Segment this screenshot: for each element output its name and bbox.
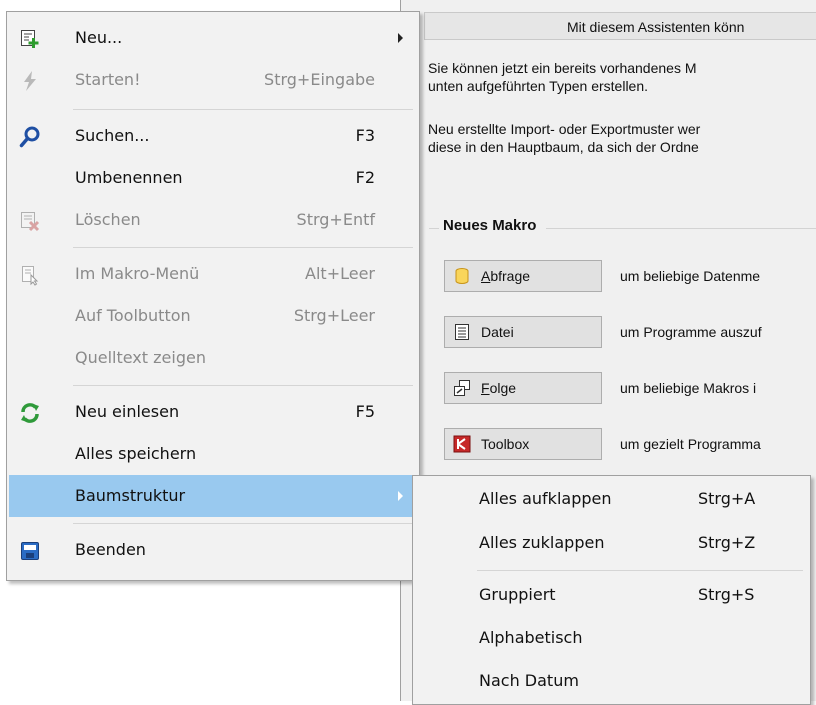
toolbox-desc: um gezielt Programma — [620, 436, 761, 452]
submenu-item-label: Gruppiert — [479, 585, 556, 604]
submenu-item-nach-datum[interactable]: Nach Datum — [415, 659, 805, 703]
menu-separator — [73, 385, 413, 386]
menu-item-starten[interactable]: Starten! Strg+Eingabe — [9, 59, 417, 101]
submenu-item-shortcut: Strg+S — [698, 585, 755, 604]
menu-item-label: Beenden — [75, 540, 146, 559]
macro-menu-icon — [19, 264, 41, 286]
folge-button-label: Folge — [481, 380, 517, 396]
submenu-arrow-icon — [398, 33, 403, 43]
submenu-item-shortcut: Strg+Z — [698, 533, 756, 552]
toolbox-icon — [453, 435, 471, 453]
toolbox-button-label: Toolbox — [481, 436, 530, 452]
group-title: Neues Makro — [439, 217, 547, 234]
intro-line-1: Sie können jetzt ein bereits vorhandenes… — [428, 60, 697, 76]
menu-item-baumstruktur[interactable]: Baumstruktur — [9, 475, 417, 517]
menu-item-shortcut: Strg+Leer — [293, 306, 375, 325]
menu-item-shortcut: Strg+Entf — [296, 210, 375, 229]
submenu-separator — [477, 570, 803, 571]
menu-item-auf-toolbutton[interactable]: Auf Toolbutton Strg+Leer — [9, 295, 417, 337]
submenu-item-label: Alles zuklappen — [479, 533, 605, 552]
datei-button[interactable]: Datei — [444, 316, 602, 348]
new-icon — [19, 28, 41, 50]
menu-item-shortcut: F3 — [355, 126, 375, 145]
submenu-item-alphabetisch[interactable]: Alphabetisch — [415, 616, 805, 660]
submenu-item-label: Alphabetisch — [479, 628, 583, 647]
submenu-item-label: Alles aufklappen — [479, 489, 612, 508]
menu-item-loeschen[interactable]: Löschen Strg+Entf — [9, 199, 417, 241]
sequence-icon — [453, 379, 471, 397]
abfrage-button[interactable]: Abfrage — [444, 260, 602, 292]
submenu-item-label: Nach Datum — [479, 671, 579, 690]
menu-item-label: Neu... — [75, 28, 123, 47]
menu-item-label: Alles speichern — [75, 444, 197, 463]
menu-item-label: Auf Toolbutton — [75, 306, 191, 325]
document-icon — [453, 323, 471, 341]
menu-item-label: Im Makro-Menü — [75, 264, 200, 283]
datei-desc: um Programme auszuf — [620, 324, 762, 340]
menu-separator — [73, 523, 413, 524]
menu-separator — [73, 247, 413, 248]
submenu-item-alles-aufklappen[interactable]: Alles aufklappen Strg+A — [415, 477, 805, 521]
baumstruktur-submenu: Alles aufklappen Strg+A Alles zuklappen … — [412, 475, 811, 705]
refresh-icon — [19, 402, 41, 424]
menu-item-shortcut: F2 — [355, 168, 375, 187]
folge-desc: um beliebige Makros i — [620, 380, 757, 396]
submenu-item-alles-zuklappen[interactable]: Alles zuklappen Strg+Z — [415, 521, 805, 565]
folge-button[interactable]: Folge — [444, 372, 602, 404]
lightning-icon — [19, 70, 41, 92]
search-icon — [19, 126, 41, 148]
menu-item-shortcut: Strg+Eingabe — [264, 70, 375, 89]
menu-item-label: Neu einlesen — [75, 402, 180, 421]
info-line-2: diese in den Hauptbaum, da sich der Ordn… — [428, 139, 699, 155]
menu-item-label: Umbenennen — [75, 168, 183, 187]
submenu-item-gruppiert[interactable]: Gruppiert Strg+S — [415, 573, 805, 617]
menu-item-quelltext-zeigen[interactable]: Quelltext zeigen — [9, 337, 417, 379]
menu-item-shortcut: Alt+Leer — [305, 264, 375, 283]
menu-item-label: Suchen... — [75, 126, 150, 145]
menu-item-label: Quelltext zeigen — [75, 348, 206, 367]
abfrage-desc: um beliebige Datenme — [620, 268, 761, 284]
menu-separator — [73, 109, 413, 110]
menu-item-label: Starten! — [75, 70, 141, 89]
delete-icon — [19, 210, 41, 232]
menu-item-suchen[interactable]: Suchen... F3 — [9, 115, 417, 157]
menu-item-label: Löschen — [75, 210, 141, 229]
assistant-header: Mit diesem Assistenten könn — [424, 12, 816, 40]
database-icon — [453, 267, 471, 285]
menu-item-beenden[interactable]: Beenden — [9, 529, 417, 571]
intro-line-2: unten aufgeführten Typen erstellen. — [428, 78, 649, 94]
info-line-1: Neu erstellte Import- oder Exportmuster … — [428, 121, 701, 137]
menu-item-alles-speichern[interactable]: Alles speichern — [9, 433, 417, 475]
submenu-arrow-icon — [398, 491, 403, 501]
menu-item-shortcut: F5 — [355, 402, 375, 421]
datei-button-label: Datei — [481, 324, 514, 340]
submenu-item-shortcut: Strg+A — [698, 489, 756, 508]
menu-item-umbenennen[interactable]: Umbenennen F2 — [9, 157, 417, 199]
menu-item-im-makro-menu[interactable]: Im Makro-Menü Alt+Leer — [9, 253, 417, 295]
menu-item-neu[interactable]: Neu... — [9, 17, 417, 59]
exit-icon — [19, 540, 41, 562]
menu-item-neu-einlesen[interactable]: Neu einlesen F5 — [9, 391, 417, 433]
menu-item-label: Baumstruktur — [75, 486, 186, 505]
toolbox-button[interactable]: Toolbox — [444, 428, 602, 460]
context-menu: Neu... Starten! Strg+Eingabe Suchen... F… — [6, 11, 420, 581]
abfrage-button-label: Abfrage — [481, 268, 531, 284]
